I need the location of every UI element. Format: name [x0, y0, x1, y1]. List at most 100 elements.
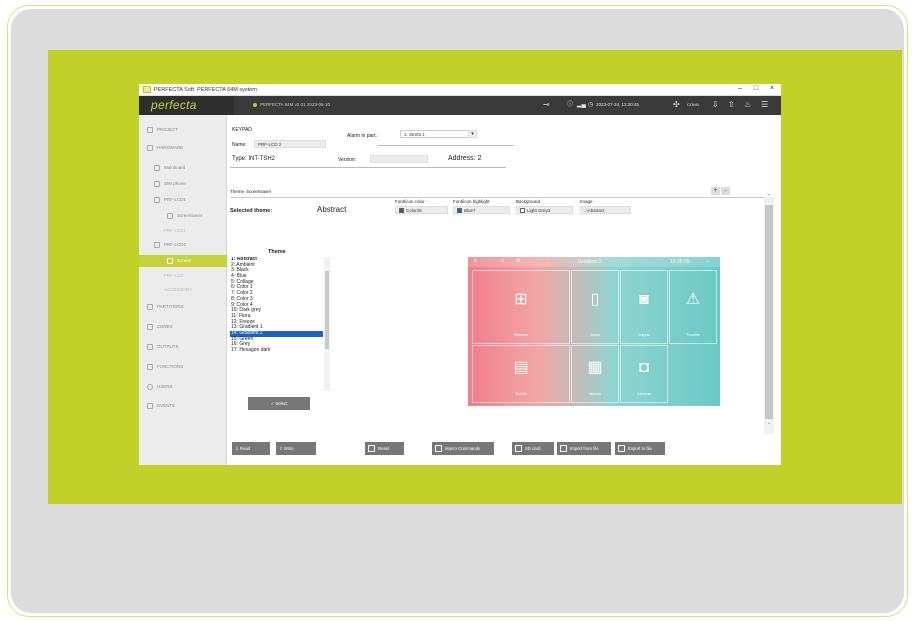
sidebar-item-functions[interactable]: FUNCTIONS: [139, 361, 227, 373]
import-button[interactable]: Import from file: [557, 442, 611, 455]
macro-commands-button[interactable]: Macro Commands: [432, 442, 494, 455]
main-scrollbar[interactable]: ˆ ˇ: [764, 195, 774, 434]
sidebar-item-label: ACCESSORY: [164, 287, 193, 292]
sidebar-item-screensaver[interactable]: Screensaver: [139, 210, 227, 222]
sd-card-button-label: SD card: [525, 446, 541, 451]
app-icon: [143, 86, 151, 93]
read-button-label: Read: [239, 446, 251, 451]
sidebar-item-sim-phone[interactable]: SIM phone: [139, 178, 227, 190]
background-select[interactable]: Light Grey3: [516, 206, 573, 214]
reset-button-label: Reset: [378, 446, 390, 451]
read-button[interactable]: ⇩ Read: [232, 442, 270, 455]
background-label: Background: [516, 199, 541, 204]
key-icon[interactable]: ⊸: [543, 100, 550, 110]
scroll-down-icon[interactable]: ˇ: [764, 424, 774, 430]
theme-list-scrollbar[interactable]: [324, 257, 330, 391]
settings-icon: ⚙: [516, 258, 521, 264]
macros-tile: ▦ Macros: [571, 345, 619, 403]
add-button[interactable]: +: [711, 187, 720, 195]
sidebar-item-outputs[interactable]: OUTPUTS: [139, 341, 227, 353]
alarm-select[interactable]: 1: Strefa 1: [400, 130, 476, 138]
remove-button[interactable]: -: [721, 187, 730, 195]
sd-card-button[interactable]: SD card: [512, 442, 554, 455]
sidebar-item-prf-lcd1[interactable]: PRF-LCD1: [139, 194, 227, 206]
title-bar: PERFECTA Soft: PERFECTA 64M system – □ ×: [139, 84, 781, 96]
sidebar-item-label: SIM phone: [164, 181, 186, 186]
sidebar-item-prf-lcd2[interactable]: PRF-LCD2: [139, 239, 227, 251]
status-dot-icon: [253, 102, 257, 107]
select-button[interactable]: ✓ Select: [248, 397, 310, 410]
troubles-tile: ⚠ Troubles: [669, 270, 717, 344]
preview-title: Gradient 2: [578, 259, 602, 265]
scroll-thumb[interactable]: [325, 271, 329, 349]
sidebar-item-zones[interactable]: ZONES: [139, 321, 227, 333]
import-button-label: Import from file: [570, 446, 599, 451]
tile-label: Zones: [590, 333, 600, 337]
partitions-tile: ⊞ Partitions: [472, 270, 570, 344]
scroll-thumb[interactable]: [765, 205, 773, 419]
sidebar-item-screen[interactable]: Screen: [139, 255, 227, 267]
name-label: Name:: [232, 142, 247, 148]
reset-button[interactable]: Reset: [365, 442, 404, 455]
alarm-dropdown-icon[interactable]: ▾: [468, 130, 477, 138]
alarm-label: Alarm in part.:: [347, 133, 379, 139]
export-button[interactable]: Export to file: [615, 442, 665, 455]
sidebar-item-accessory[interactable]: ACCESSORY: [139, 284, 227, 296]
sidebar-item-label: Screen: [177, 258, 192, 263]
zones-icon: ▯: [590, 290, 600, 308]
theme-list-item[interactable]: 17: Hexagon dark: [230, 347, 323, 354]
sidebar-item-prf-lcd1b[interactable]: PRF-LCD1: [139, 225, 227, 237]
status-text: PERFECTA 64M v2.01 2023-06-10: [260, 102, 330, 107]
main-content: KEYPAD Name: PRF-LCD 2 Alarm in part.: 1…: [228, 115, 781, 465]
sidebar-item-hardware[interactable]: HARDWARE: [139, 142, 227, 154]
scroll-up-icon[interactable]: ˆ: [764, 195, 774, 201]
write-button[interactable]: ⇧ Write: [276, 442, 316, 455]
font-color-select[interactable]: Color25: [395, 206, 448, 214]
sidebar-item-label: PRF-LCD1: [164, 197, 187, 202]
font-highlight-select[interactable]: Blue7: [453, 206, 510, 214]
events-icon: [147, 403, 153, 409]
screen-icon: [167, 213, 173, 219]
connection-icon[interactable]: ✣: [673, 100, 680, 110]
tab-screensaver[interactable]: Screensaver: [246, 189, 271, 194]
color-swatch: [399, 208, 404, 213]
tile-label: Outputs: [637, 333, 651, 337]
name-field[interactable]: PRF-LCD 2: [254, 140, 326, 148]
color-swatch: [520, 208, 525, 213]
sidebar-item-prf-lcd[interactable]: PRF-LCD: [139, 270, 227, 282]
partitions-icon: ⊞: [514, 290, 528, 308]
info-icon[interactable]: ⓘ: [567, 100, 573, 110]
sidebar-item-partitions[interactable]: PARTITIONS: [139, 301, 227, 313]
theme-list[interactable]: 1: Abstract 2: Ambient 3: Black 4: Blue 5: C…: [230, 257, 323, 391]
menu-icon[interactable]: ☰: [761, 100, 768, 110]
maximize-button[interactable]: □: [749, 85, 763, 94]
keypad-icon: [154, 242, 160, 248]
functions-icon: [147, 364, 153, 370]
sidebar-item-mainboard[interactable]: Mainboard: [139, 162, 227, 174]
sidebar-item-project[interactable]: PROJECT: [139, 124, 227, 136]
theme-preview: ⚠ ≡ ⚙ Gradient 2 13:35:05 ⌂ ⊞ Partitions ▯…: [468, 257, 720, 406]
macro-icon: [435, 445, 442, 453]
upload-icon[interactable]: ⇧: [728, 100, 735, 110]
sidebar-item-events[interactable]: EVENTS: [139, 400, 227, 412]
import-icon: [560, 445, 567, 453]
sidebar-item-label: USERS: [157, 384, 173, 389]
minimize-button[interactable]: –: [733, 85, 747, 94]
users-icon[interactable]: ♨: [744, 100, 751, 110]
preview-time: 13:35:05: [670, 259, 690, 265]
zones-icon: [147, 324, 153, 330]
sidebar-item-label: PRF-LCD: [164, 273, 184, 278]
menu-icon: ≡: [501, 258, 504, 264]
type-label: Type: INT-TSH2: [232, 156, 276, 162]
sidebar-item-label: PARTITIONS: [157, 304, 184, 309]
cameras-icon: ◘: [639, 359, 649, 377]
sidebar-item-users[interactable]: USERS: [139, 381, 227, 393]
tab-theme[interactable]: Theme: [230, 189, 244, 194]
system-status: PERFECTA 64M v2.01 2023-06-10: [253, 102, 330, 107]
image-field[interactable]: ..\Abstract: [580, 206, 631, 214]
tile-label: Events: [515, 392, 527, 396]
events-tile: ▤ Events: [472, 345, 570, 403]
sidebar-item-label: PRF-LCD2: [164, 242, 187, 247]
download-icon[interactable]: ⇩: [712, 100, 719, 110]
close-button[interactable]: ×: [765, 85, 779, 94]
